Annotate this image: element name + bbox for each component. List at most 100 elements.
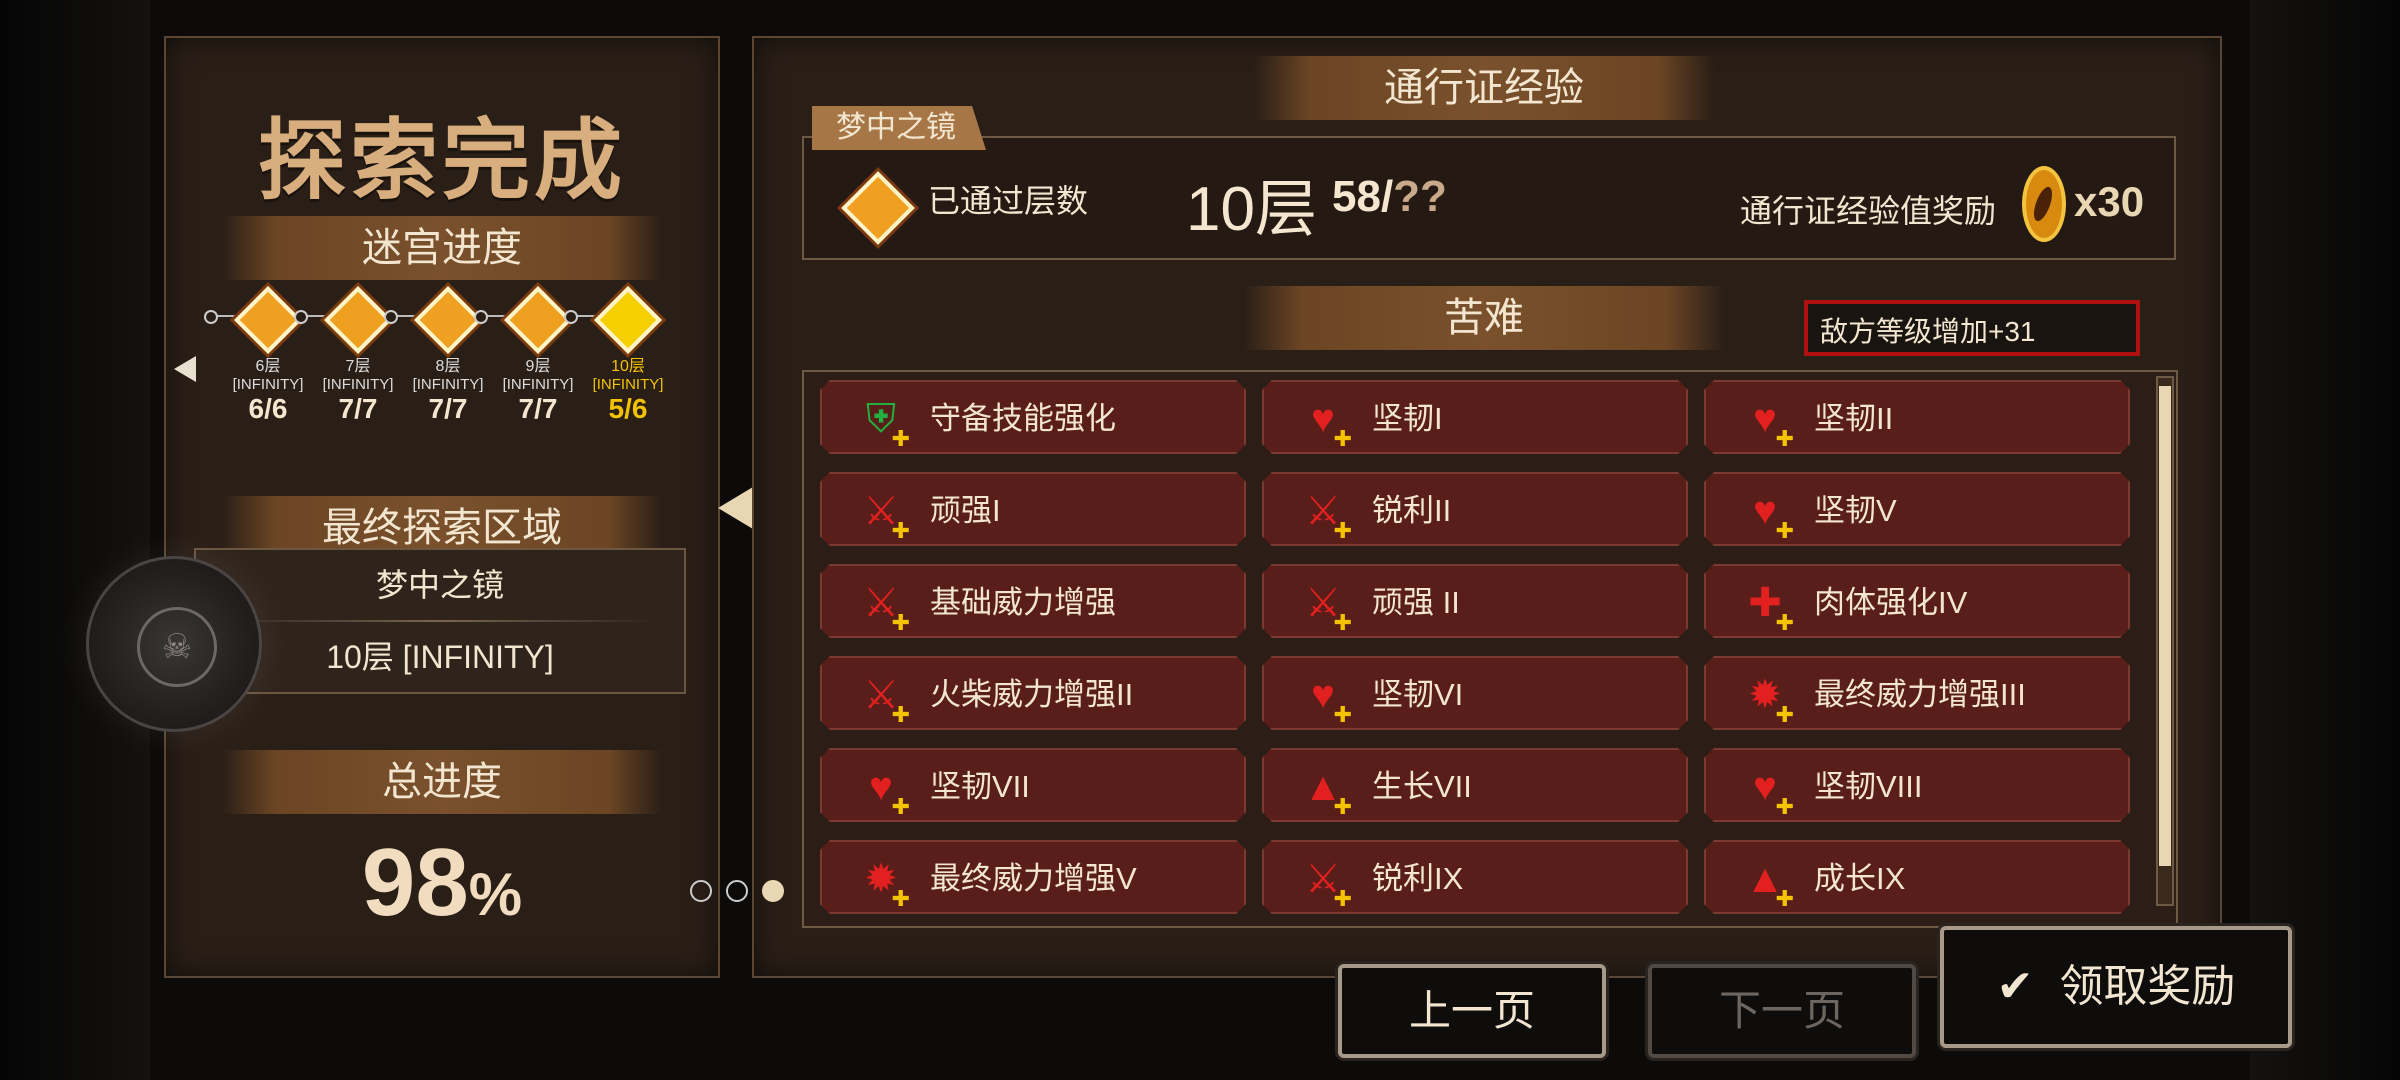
page-dot (726, 880, 748, 902)
plus-icon: ✚ (891, 426, 910, 451)
node-count: 5/6 (608, 393, 648, 424)
growth-icon: ▲ ✚ (1303, 765, 1352, 819)
plus-icon: ✚ (1775, 426, 1794, 451)
sword-icon: ⚔ ✚ (1305, 581, 1352, 635)
modifier-item[interactable]: ⚔ ✚ 基础威力增强 (820, 564, 1246, 638)
maze-floor-node: 6层 [INFINITY] 6/6 (228, 286, 308, 424)
modifier-label: 最终威力增强III (1814, 677, 2026, 712)
prev-page-button[interactable]: 上一页 (1338, 964, 1606, 1058)
modifier-item[interactable]: ♥ ✚ 坚韧VIII (1704, 748, 2130, 822)
plus-icon: ✚ (1333, 426, 1352, 451)
floor-count-known: 58/ (1332, 172, 1394, 221)
plus-icon: ✚ (1775, 794, 1794, 819)
rewards-panel: 通行证经验 已通过层数 10层 58/?? 通行证经验值奖励 x30 梦中之镜 … (752, 36, 2222, 978)
growth-icon: ▲ ✚ (1745, 857, 1794, 911)
modifier-scrollbar[interactable] (2156, 376, 2174, 906)
modifier-list[interactable]: ⛨ ✚ 守备技能强化 ♥ ✚ 坚韧I ♥ ✚ 坚韧II ⚔ ✚ 顽强I ⚔ ✚ 锐利II ♥ ✚ 坚韧V ⚔ ✚ 基础威… (802, 370, 2178, 928)
modifier-label: 基础威力增强 (930, 585, 1116, 620)
plus-icon: ✚ (891, 794, 910, 819)
plus-icon: ✚ (1775, 886, 1794, 911)
next-page-button[interactable]: 下一页 (1648, 964, 1916, 1058)
total-progress-number: 98 (361, 829, 469, 936)
page-indicator (690, 880, 798, 907)
final-area-floor: 10层 [INFINITY] (326, 639, 554, 675)
modifier-label: 坚韧I (1372, 401, 1443, 436)
claim-reward-label: 领取奖励 (2059, 962, 2236, 1011)
progress-scroll-left-icon[interactable] (174, 356, 196, 382)
claim-reward-button[interactable]: ✔ 领取奖励 (1940, 926, 2292, 1048)
modifier-label: 坚韧VIII (1814, 769, 1923, 804)
heart-shield-icon: ♥ ✚ (1311, 673, 1352, 727)
modifier-label: 生长VII (1372, 769, 1472, 804)
heart-shield-icon: ♥ ✚ (1753, 765, 1794, 819)
modifier-item[interactable]: ▲ ✚ 成长IX (1704, 840, 2130, 914)
progress-dot (294, 310, 308, 324)
modifier-item[interactable]: ♥ ✚ 坚韧V (1704, 472, 2130, 546)
page-dot (690, 880, 712, 902)
passed-floor-count: 58/?? (1332, 172, 1447, 222)
modifier-label: 最终威力增强V (930, 861, 1137, 896)
modifier-item[interactable]: ♥ ✚ 坚韧II (1704, 380, 2130, 454)
node-mode: [INFINITY] (412, 376, 484, 393)
power-icon: ✹ ✚ (864, 857, 910, 911)
radar-compass-button[interactable]: ☠ (86, 556, 262, 732)
modifier-label: 顽强I (930, 493, 1001, 528)
node-mode: [INFINITY] (232, 376, 304, 393)
modifier-item[interactable]: ♥ ✚ 坚韧VII (820, 748, 1246, 822)
plus-icon: ✚ (891, 610, 910, 635)
modifier-item[interactable]: ▲ ✚ 生长VII (1262, 748, 1688, 822)
plus-icon: ✚ (891, 518, 910, 543)
floor-diamond-icon (841, 171, 915, 245)
pass-exp-box: 已通过层数 10层 58/?? 通行证经验值奖励 x30 (802, 136, 2176, 260)
maze-floor-node: 10层 [INFINITY] 5/6 (588, 286, 668, 424)
skull-icon: ☠ (137, 607, 217, 687)
modifier-item[interactable]: ♥ ✚ 坚韧VI (1262, 656, 1688, 730)
reward-multiplier: x30 (2074, 178, 2145, 225)
plus-icon: ✚ (891, 702, 910, 727)
node-floor: 10层 (611, 358, 645, 375)
modifier-item[interactable]: ✹ ✚ 最终威力增强V (820, 840, 1246, 914)
modifier-item[interactable]: ⚔ ✚ 顽强I (820, 472, 1246, 546)
scrollbar-thumb[interactable] (2159, 386, 2171, 866)
heart-shield-icon: ♥ ✚ (869, 765, 910, 819)
modifier-label: 坚韧V (1814, 493, 1897, 528)
heart-shield-icon: ♥ ✚ (1753, 397, 1794, 451)
maze-floor-node: 8层 [INFINITY] 7/7 (408, 286, 488, 424)
modifier-item[interactable]: ⚔ ✚ 顽强 II (1262, 564, 1688, 638)
sword-icon: ⚔ ✚ (1305, 857, 1352, 911)
shield-icon: ⛨ ✚ (866, 397, 910, 451)
modifier-label: 守备技能强化 (930, 401, 1116, 436)
modifier-item[interactable]: ⛨ ✚ 守备技能强化 (820, 380, 1246, 454)
node-floor: 8层 (435, 358, 461, 375)
modifier-label: 坚韧VII (930, 769, 1030, 804)
hardship-banner: 苦难 (1244, 286, 1724, 350)
modifier-item[interactable]: ✚ ✚ 肉体强化IV (1704, 564, 2130, 638)
sword-icon: ⚔ ✚ (863, 489, 910, 543)
progress-dot (204, 310, 218, 324)
final-area-box: 梦中之镜 10层 [INFINITY] (194, 548, 686, 694)
pass-exp-banner: 通行证经验 (1254, 56, 1714, 120)
node-floor: 6层 (255, 358, 281, 375)
total-progress-banner: 总进度 (222, 750, 662, 814)
node-count: 6/6 (248, 393, 288, 424)
page-dot (762, 880, 784, 902)
modifier-item[interactable]: ⚔ ✚ 锐利IX (1262, 840, 1688, 914)
progress-dot (564, 310, 578, 324)
progress-dot (384, 310, 398, 324)
heart-shield-icon: ♥ ✚ (1753, 489, 1794, 543)
floor-diamond-icon (324, 286, 392, 354)
modifier-item[interactable]: ⚔ ✚ 锐利II (1262, 472, 1688, 546)
enemy-level-indicator: 敌方等级增加+31 (1804, 300, 2140, 356)
maze-progress-track: 6层 [INFINITY] 6/6 7层 [INFINITY] 7/7 8层 [INFINIT… (204, 286, 686, 428)
modifier-item[interactable]: ✹ ✚ 最终威力增强III (1704, 656, 2130, 730)
node-floor: 9层 (525, 358, 551, 375)
floor-diamond-icon (504, 286, 572, 354)
node-floor: 7层 (345, 358, 371, 375)
modifier-label: 成长IX (1814, 861, 1906, 896)
exploration-summary-panel: 探索完成 迷宫进度 6层 [INFINITY] 6/6 7层 [INFINITY] 7/7… (164, 36, 720, 978)
modifier-label: 坚韧VI (1372, 677, 1464, 712)
modifier-item[interactable]: ⚔ ✚ 火柴威力增强II (820, 656, 1246, 730)
modifier-item[interactable]: ♥ ✚ 坚韧I (1262, 380, 1688, 454)
node-mode: [INFINITY] (322, 376, 394, 393)
checkmark-icon: ✔ (1996, 962, 2034, 1011)
